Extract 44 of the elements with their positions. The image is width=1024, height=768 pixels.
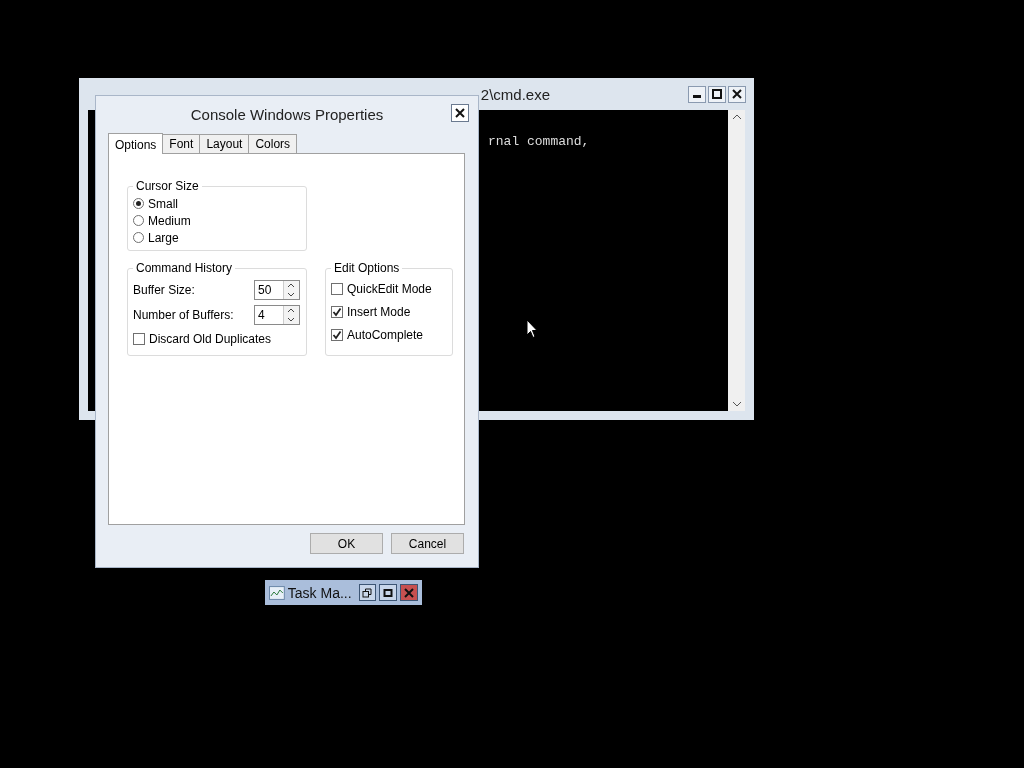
close-button[interactable] [728,85,746,103]
checkbox[interactable] [133,333,145,345]
maximize-icon [383,587,394,598]
pointer-icon [526,319,538,339]
dialog-button[interactable]: Cancel [391,533,464,554]
buffer-count-field[interactable]: 4 [254,304,300,325]
window-title: Task Ma... [287,584,352,601]
maximize-icon [712,89,722,99]
checkbox-label[interactable]: QuickEdit Mode [347,281,432,296]
window-title: 2\cmd.exe [480,85,550,103]
radio-label[interactable]: Small [148,196,178,211]
tab[interactable]: Layout [199,134,250,153]
minimized-window[interactable]: Task Ma... [265,580,422,605]
group-label: Cursor Size [135,179,200,193]
field-label: Buffer Size: [133,282,195,297]
checkbox-label[interactable]: Discard Old Duplicates [149,332,272,346]
dialog-title: Console Windows Properties [190,105,384,123]
dialog-button[interactable]: OK [310,533,383,554]
close-button[interactable] [451,104,469,122]
group-label: Command History [135,261,234,275]
restore-icon [362,587,373,598]
tab[interactable]: Colors [248,134,298,153]
close-icon [404,587,415,598]
group-label: Edit Options [333,261,401,275]
checkbox[interactable] [331,328,343,341]
console-text: rnal command, [488,134,590,149]
buffer-size-field[interactable]: 50 [254,279,300,300]
scrollbar[interactable] [728,110,745,411]
close-icon [732,89,742,99]
tab[interactable]: Font [162,134,201,153]
maximize-button[interactable] [708,85,726,103]
chart-icon [269,585,285,600]
checkbox-label[interactable]: Insert Mode [347,304,411,319]
checkbox-label[interactable]: AutoComplete [347,327,424,342]
maximize-button[interactable] [379,584,398,601]
restore-button[interactable] [358,584,377,601]
radio-label[interactable]: Large [148,230,179,245]
field-label: Number of Buffers: [133,307,234,322]
tab[interactable]: Options [108,133,164,154]
checkbox[interactable] [331,305,343,318]
radio-label[interactable]: Medium [148,213,191,228]
checkbox[interactable] [331,282,343,295]
close-icon [455,108,465,118]
minimize-button[interactable] [688,85,706,103]
